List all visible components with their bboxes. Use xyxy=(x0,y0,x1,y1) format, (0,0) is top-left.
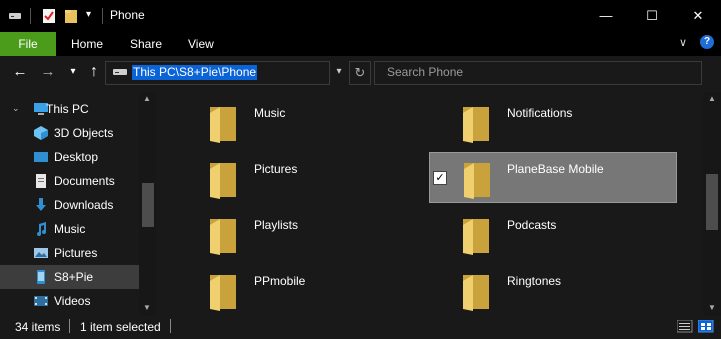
video-icon xyxy=(34,296,48,306)
details-view-icon[interactable] xyxy=(677,320,693,333)
folder-name: Music xyxy=(254,106,286,120)
refresh-icon[interactable]: ↻ xyxy=(349,61,371,85)
minimize-button[interactable]: — xyxy=(583,0,629,32)
address-path[interactable]: This PC\S8+Pie\Phone xyxy=(132,65,258,80)
tab-home[interactable]: Home xyxy=(71,32,103,56)
tab-file[interactable]: File xyxy=(0,32,56,56)
desktop-icon xyxy=(34,152,48,162)
scroll-down-arrow-icon[interactable]: ▼ xyxy=(708,303,716,312)
nav-scrollbar-thumb[interactable] xyxy=(142,183,154,227)
folder-name: Playlists xyxy=(254,218,299,232)
scroll-up-arrow-icon[interactable]: ▲ xyxy=(708,94,716,103)
folder-name: Pictures xyxy=(254,162,298,176)
sidebar-item-label: Documents xyxy=(54,174,115,188)
ribbon-bar xyxy=(0,32,721,56)
address-dropdown-icon[interactable]: ▾ xyxy=(330,61,348,83)
search-placeholder: Search Phone xyxy=(387,65,464,79)
maximize-button[interactable]: ☐ xyxy=(629,0,675,32)
folder-item[interactable]: Ringtones xyxy=(453,265,677,316)
scroll-down-arrow-icon[interactable]: ▼ xyxy=(143,303,151,312)
folder-icon xyxy=(463,107,489,143)
folder-icon xyxy=(463,219,489,255)
item-count: 34 items xyxy=(15,320,61,334)
sidebar-item-label: Pictures xyxy=(54,246,98,260)
folder-name: PPmobile xyxy=(254,274,306,288)
folder-item[interactable]: Podcasts xyxy=(453,209,677,265)
cube-icon xyxy=(34,126,48,140)
folder-name: Podcasts xyxy=(507,218,557,232)
sidebar-item-3d-objects[interactable]: 3D Objects xyxy=(0,121,139,145)
quick-access-dropdown[interactable]: ▾ xyxy=(86,9,91,20)
drive-icon xyxy=(9,13,21,19)
back-button[interactable]: ← xyxy=(10,62,30,82)
sidebar-item-label: Videos xyxy=(54,294,91,308)
folder-item-selected[interactable]: ✓ PlaneBase Mobile xyxy=(429,152,677,203)
recent-locations-dropdown[interactable]: ▾ xyxy=(63,62,83,82)
folder-item[interactable]: Playlists xyxy=(200,209,420,265)
title-divider-2 xyxy=(102,8,103,24)
help-icon[interactable]: ? xyxy=(700,35,714,49)
tab-share[interactable]: Share xyxy=(130,32,162,56)
folder-icon xyxy=(464,163,490,199)
sidebar-item-this-pc[interactable]: ⌄ This PC xyxy=(0,97,139,121)
title-divider xyxy=(30,8,31,24)
forward-button[interactable]: → xyxy=(38,62,58,82)
sidebar-item-label: 3D Objects xyxy=(54,126,114,140)
properties-icon[interactable] xyxy=(42,7,56,24)
content-scrollbar-thumb[interactable] xyxy=(706,174,718,230)
status-divider xyxy=(170,319,171,333)
new-folder-icon[interactable] xyxy=(64,7,78,24)
folder-icon xyxy=(210,275,236,311)
selection-checkbox[interactable]: ✓ xyxy=(433,171,447,185)
large-icons-view-icon[interactable] xyxy=(698,320,714,333)
music-icon xyxy=(37,222,46,236)
status-divider xyxy=(69,319,70,333)
folder-item[interactable]: Music xyxy=(200,97,420,153)
chevron-down-icon[interactable]: ⌄ xyxy=(12,103,20,114)
folder-item[interactable]: Notifications xyxy=(453,97,677,153)
sidebar-item-downloads[interactable]: Downloads xyxy=(0,193,139,217)
sidebar-item-music[interactable]: Music xyxy=(0,217,139,241)
drive-icon xyxy=(113,69,127,75)
up-button[interactable]: ↑ xyxy=(84,62,104,82)
sidebar-item-label: Music xyxy=(54,222,86,236)
sidebar-item-videos[interactable]: Videos xyxy=(0,289,139,313)
ribbon-expand-icon[interactable]: ∨ xyxy=(679,36,687,49)
folder-name: Ringtones xyxy=(507,274,562,288)
folder-name: Notifications xyxy=(507,106,573,120)
folder-icon xyxy=(210,107,236,143)
sidebar-item-label: Desktop xyxy=(54,150,99,164)
sidebar-item-documents[interactable]: Documents xyxy=(0,169,139,193)
selection-count: 1 item selected xyxy=(80,320,161,334)
sidebar-item-s8-pie[interactable]: S8+Pie xyxy=(0,265,139,289)
window-title: Phone xyxy=(110,8,145,22)
sidebar-item-label: This PC xyxy=(46,102,89,116)
document-icon xyxy=(36,174,46,188)
folder-icon xyxy=(210,163,236,199)
tab-view[interactable]: View xyxy=(188,32,214,56)
folder-name: PlaneBase Mobile xyxy=(507,162,604,176)
sidebar-item-label: S8+Pie xyxy=(54,270,94,284)
sidebar-item-pictures[interactable]: Pictures xyxy=(0,241,139,265)
close-button[interactable]: ✕ xyxy=(675,0,721,32)
download-icon xyxy=(36,198,46,211)
scroll-up-arrow-icon[interactable]: ▲ xyxy=(143,94,151,103)
phone-icon xyxy=(37,270,45,284)
folder-item[interactable]: PPmobile xyxy=(200,265,420,316)
folder-icon xyxy=(210,219,236,255)
pictures-icon xyxy=(34,248,48,258)
sidebar-item-desktop[interactable]: Desktop xyxy=(0,145,139,169)
folder-icon xyxy=(463,275,489,311)
folder-item[interactable]: Pictures xyxy=(200,153,420,209)
sidebar-item-label: Downloads xyxy=(54,198,114,212)
